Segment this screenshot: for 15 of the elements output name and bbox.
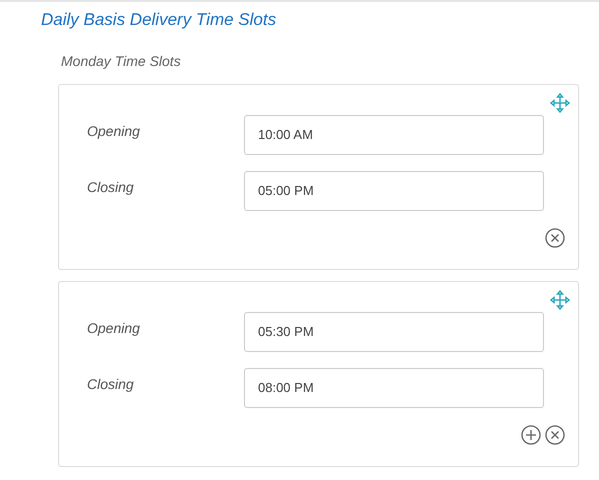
remove-icon[interactable] bbox=[545, 228, 565, 248]
remove-icon[interactable] bbox=[545, 424, 565, 444]
section-title: Daily Basis Delivery Time Slots bbox=[41, 9, 278, 31]
move-icon[interactable] bbox=[550, 290, 570, 310]
time-field[interactable]: 10:00 AM bbox=[244, 114, 544, 154]
day-heading: Monday Time Slots bbox=[61, 52, 182, 71]
add-icon[interactable] bbox=[521, 424, 541, 444]
move-icon[interactable] bbox=[550, 92, 570, 112]
field-label: Closing bbox=[87, 375, 135, 394]
time-field[interactable]: 08:00 PM bbox=[244, 368, 544, 408]
time-field[interactable]: 05:30 PM bbox=[244, 312, 544, 352]
field-label: Closing bbox=[87, 178, 135, 197]
time-field[interactable]: 05:00 PM bbox=[244, 170, 544, 210]
field-label: Opening bbox=[87, 319, 141, 338]
field-label: Opening bbox=[87, 122, 141, 141]
